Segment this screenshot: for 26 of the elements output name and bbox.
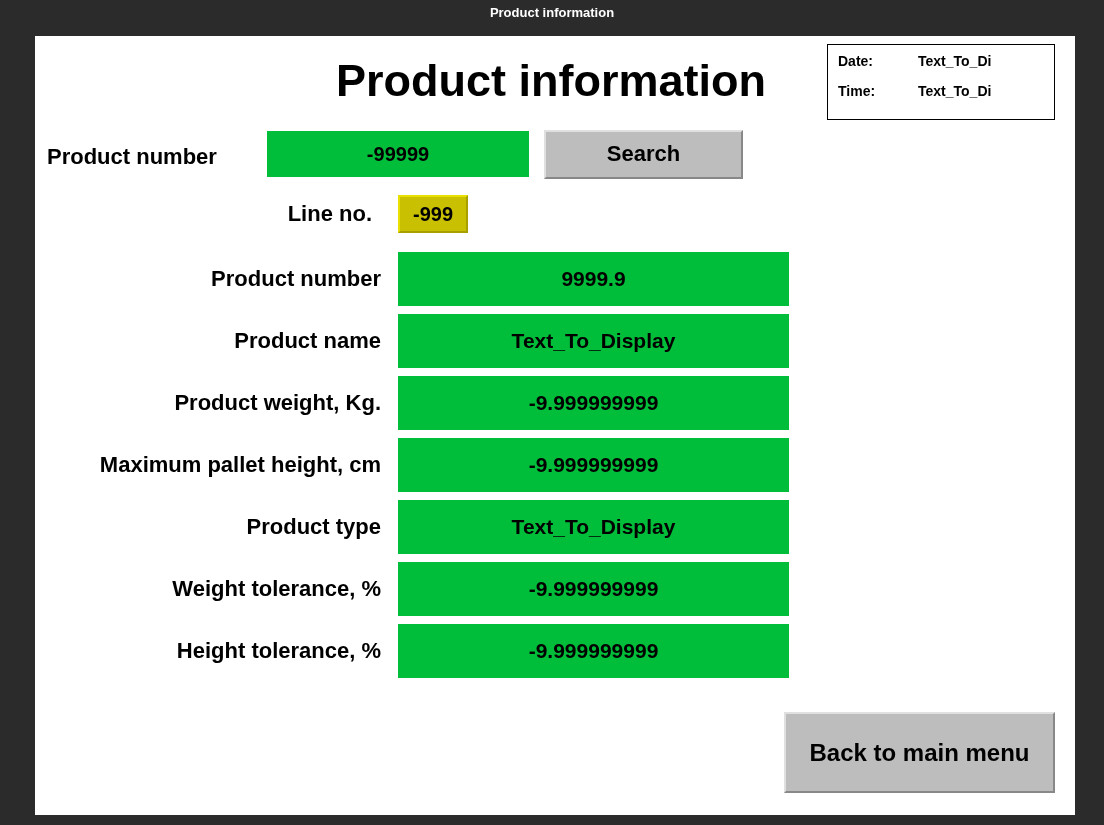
field-label: Line no. xyxy=(286,201,372,227)
field-label: Weight tolerance, % xyxy=(171,576,381,602)
clock-label: Time: xyxy=(838,83,877,99)
field-label: Product weight, Kg. xyxy=(173,390,381,416)
field-label: Product name xyxy=(233,328,381,354)
value-display: -9.999999999 xyxy=(398,624,789,678)
field-label: Product number xyxy=(47,144,218,170)
value-display: 9999.9 xyxy=(398,252,789,306)
value-display: Text_To_Display xyxy=(398,314,789,368)
value-display: Text_To_Display xyxy=(398,500,789,554)
value-display: -9.999999999 xyxy=(398,376,789,430)
clock-value: Text_To_Di xyxy=(918,53,993,69)
line-number-field[interactable]: -999 xyxy=(398,195,468,233)
field-label: Maximum pallet height, cm xyxy=(98,452,381,478)
value-display: -9.999999999 xyxy=(398,438,789,492)
clock-value: Text_To_Di xyxy=(918,83,993,99)
window-title: Product information xyxy=(489,6,615,20)
field-label: Height tolerance, % xyxy=(175,638,381,664)
back-button[interactable]: Back to main menu xyxy=(784,712,1055,793)
value-display: -9.999999999 xyxy=(398,562,789,616)
clock-label: Date: xyxy=(838,53,874,69)
page-heading: Product information xyxy=(336,54,766,108)
field-label: Product type xyxy=(245,514,381,540)
product-number-field[interactable]: -99999 xyxy=(267,131,529,177)
field-label: Product number xyxy=(210,266,381,292)
search-button[interactable]: Search xyxy=(544,129,743,179)
